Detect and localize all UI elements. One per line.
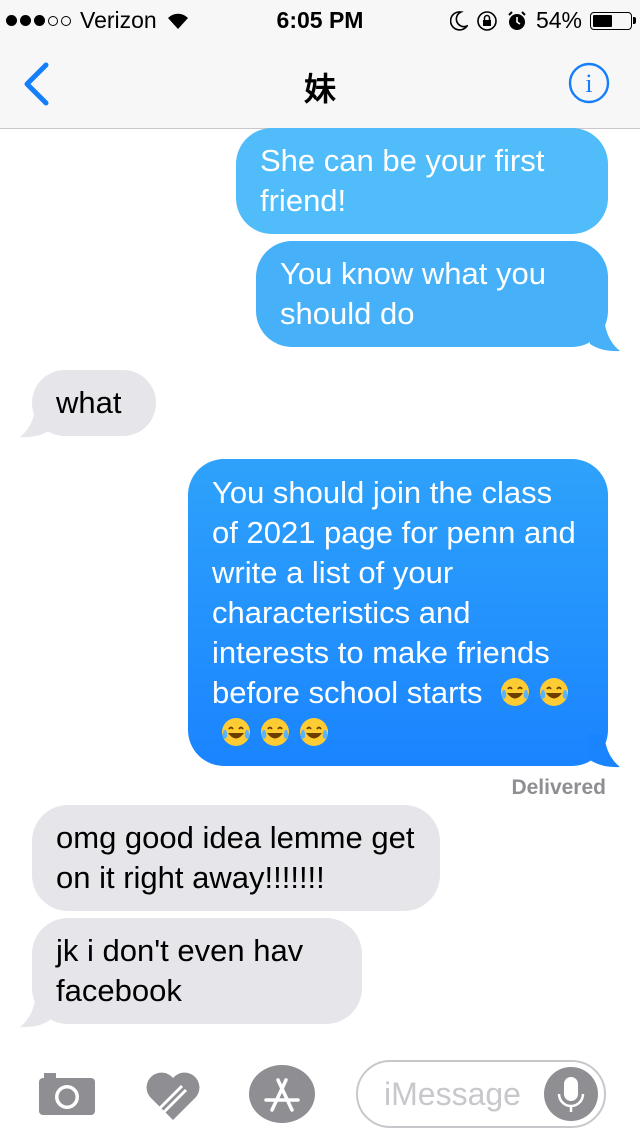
message-input[interactable]: iMessage xyxy=(356,1060,606,1128)
microphone-icon xyxy=(557,1077,585,1112)
svg-text:i: i xyxy=(585,69,592,98)
tears-of-joy-emoji-icon xyxy=(501,678,530,706)
message-input-bar: iMessage xyxy=(0,1046,640,1136)
bubble-tail xyxy=(20,404,52,438)
message-text: what xyxy=(56,385,122,420)
message-text: omg good idea lemme get on it right away… xyxy=(56,820,415,895)
delivered-label: Delivered xyxy=(511,776,606,799)
info-icon[interactable]: i xyxy=(568,62,610,104)
received-message[interactable]: omg good idea lemme get on it right away… xyxy=(32,805,440,911)
status-right: 54% xyxy=(442,7,636,34)
digital-touch-icon[interactable] xyxy=(144,1068,202,1122)
bubble-tail xyxy=(20,994,52,1028)
message-text: She can be your first friend! xyxy=(260,143,545,218)
microphone-button[interactable] xyxy=(544,1067,598,1121)
sent-message[interactable]: You know what you should do xyxy=(256,241,608,347)
camera-icon[interactable] xyxy=(38,1070,96,1116)
tears-of-joy-emoji-icon xyxy=(540,678,569,706)
bubble-tail xyxy=(588,734,620,768)
tears-of-joy-emoji-icon xyxy=(300,718,328,746)
app-store-icon[interactable] xyxy=(248,1064,316,1124)
bubble-tail xyxy=(588,318,620,352)
sent-message[interactable]: You should join the class of 2021 page f… xyxy=(188,459,608,766)
tears-of-joy-emoji-icon xyxy=(222,718,250,746)
conversation-header: 妹 i xyxy=(0,40,640,129)
moon-icon xyxy=(449,10,468,31)
battery-fill xyxy=(593,14,613,27)
battery-icon xyxy=(590,11,636,30)
status-bar: Verizon 6:05 PM 54% xyxy=(0,0,640,40)
received-message[interactable]: jk i don't even hav facebook xyxy=(32,918,362,1024)
battery-percent: 54% xyxy=(535,7,582,33)
contact-name[interactable]: 妹 xyxy=(0,64,640,110)
message-input-placeholder: iMessage xyxy=(384,1076,521,1112)
rotation-lock-icon xyxy=(477,10,497,31)
alarm-icon xyxy=(508,10,526,30)
message-text: jk i don't even hav facebook xyxy=(56,933,304,1008)
sent-message[interactable]: She can be your first friend! xyxy=(236,128,608,234)
tears-of-joy-emoji-icon xyxy=(261,718,289,746)
message-text: You know what you should do xyxy=(280,256,546,331)
